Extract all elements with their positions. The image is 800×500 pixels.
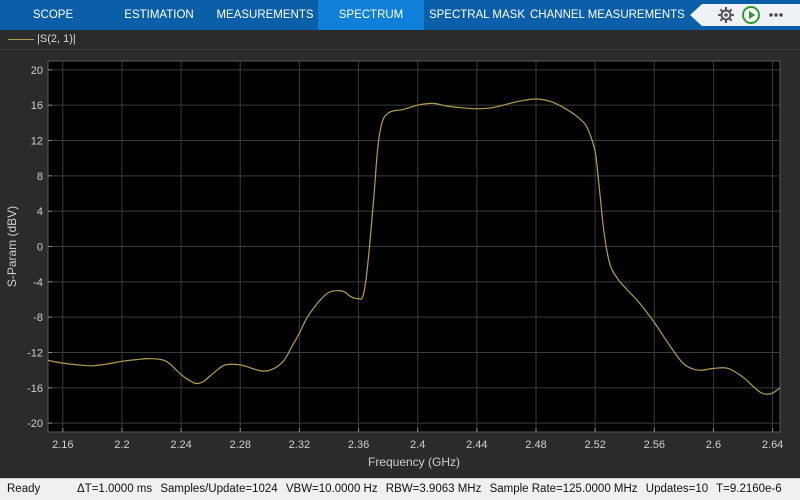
quick-access-arrow — [690, 4, 702, 26]
y-tick-label: 20 — [31, 65, 43, 77]
y-tick-label: 8 — [37, 171, 43, 183]
legend-label[interactable]: |S(2, 1)| — [37, 33, 76, 45]
x-tick-label: 2.24 — [170, 439, 191, 451]
y-tick-label: -12 — [27, 348, 43, 360]
legend-line-swatch — [8, 39, 34, 40]
x-tick-label: 2.6 — [706, 439, 721, 451]
y-tick-label: -16 — [27, 383, 43, 395]
x-tick-label: 2.2 — [114, 439, 129, 451]
plot-area: 2.16 2.2 2.24 2.28 2.32 2.36 2.4 2.44 2.48 2.52 2.… — [0, 50, 800, 478]
toolstrip: SCOPE ESTIMATION MEASUREMENTS SPECTRUM S… — [0, 0, 800, 30]
status-sample-rate: Sample Rate=125.0000 MHz — [489, 483, 638, 495]
tab-channel-measurements[interactable]: CHANNEL MEASUREMENTS — [530, 0, 685, 30]
x-tick-label: 2.16 — [52, 439, 73, 451]
tab-estimation[interactable]: ESTIMATION — [106, 0, 212, 30]
status-updates: Updates=10 — [645, 483, 709, 495]
x-tick-label: 2.4 — [410, 439, 425, 451]
x-tick-label: 2.64 — [762, 439, 783, 451]
spectrum-chart[interactable]: 2.16 2.2 2.24 2.28 2.32 2.36 2.4 2.44 2.48 2.52 2.… — [0, 50, 800, 478]
x-tick-label: 2.52 — [584, 439, 605, 451]
status-delta-t: ΔT=1.0000 ms — [77, 483, 153, 495]
more-options-icon[interactable] — [766, 5, 786, 25]
status-time: T=9.2160e-6 — [716, 483, 782, 495]
tab-spectrum[interactable]: SPECTRUM — [318, 0, 424, 30]
status-vbw: VBW=10.0000 Hz — [285, 483, 378, 495]
x-tick-label: 2.32 — [289, 439, 310, 451]
y-axis-title: S-Param (dBV) — [5, 206, 19, 287]
y-tick-label: 0 — [37, 242, 43, 254]
x-tick-label: 2.36 — [348, 439, 369, 451]
y-tick-label: -20 — [27, 418, 43, 430]
run-icon[interactable] — [741, 5, 761, 25]
tab-scope[interactable]: SCOPE — [0, 0, 106, 30]
legend-bar: |S(2, 1)| — [0, 30, 800, 50]
x-axis-title: Frequency (GHz) — [368, 455, 460, 469]
tab-measurements[interactable]: MEASUREMENTS — [212, 0, 318, 30]
x-tick-label: 2.48 — [525, 439, 546, 451]
settings-gear-icon[interactable] — [716, 5, 736, 25]
x-tick-label: 2.44 — [466, 439, 487, 451]
status-ready: Ready — [7, 483, 41, 495]
y-tick-label: -8 — [33, 312, 43, 324]
quick-access-toolbar — [680, 0, 800, 30]
status-samples-update: Samples/Update=1024 — [160, 483, 278, 495]
y-tick-label: -4 — [33, 277, 43, 289]
status-bar: Ready ΔT=1.0000 ms Samples/Update=1024 V… — [0, 478, 800, 500]
y-tick-label: 4 — [37, 206, 43, 218]
x-tick-label: 2.56 — [644, 439, 665, 451]
y-tick-label: 12 — [31, 136, 43, 148]
y-tick-label: 16 — [31, 100, 43, 112]
tab-spectral-mask[interactable]: SPECTRAL MASK — [424, 0, 530, 30]
status-rbw: RBW=3.9063 MHz — [385, 483, 482, 495]
status-items: ΔT=1.0000 ms Samples/Update=1024 VBW=10.… — [77, 483, 787, 495]
x-tick-label: 2.28 — [230, 439, 251, 451]
